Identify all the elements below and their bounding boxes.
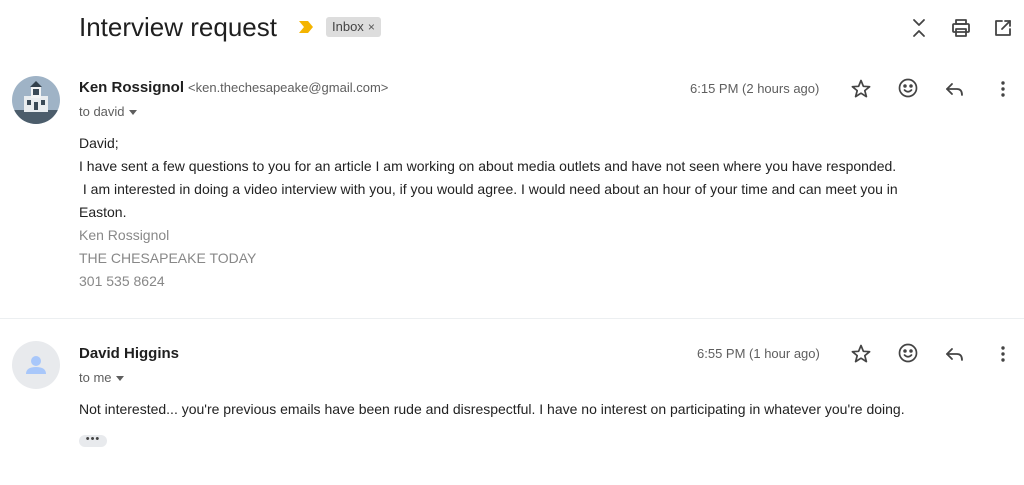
- expand-collapse-icon[interactable]: [908, 17, 930, 39]
- body-line: David;: [79, 135, 119, 151]
- label-chip-text: Inbox: [332, 19, 364, 34]
- label-chip-inbox: Inbox ×: [326, 17, 381, 37]
- print-icon[interactable]: [950, 17, 972, 39]
- sender-name[interactable]: Ken Rossignol: [79, 79, 184, 96]
- recipient-text: to david: [79, 104, 125, 119]
- open-new-window-icon[interactable]: [992, 17, 1014, 39]
- remove-label-icon[interactable]: ×: [368, 20, 375, 34]
- body-line: I have sent a few questions to you for a…: [79, 158, 897, 174]
- sender-avatar: [12, 76, 60, 124]
- reply-icon[interactable]: [944, 343, 966, 365]
- importance-marker-icon[interactable]: [298, 20, 314, 34]
- email-subject: Interview request: [79, 12, 277, 42]
- signature-line: Ken Rossignol: [79, 227, 170, 243]
- show-trimmed-content-button[interactable]: •••: [79, 434, 107, 447]
- more-vert-icon[interactable]: [992, 78, 1014, 100]
- message-divider: [0, 318, 1024, 319]
- recipient-details-toggle[interactable]: to me: [79, 370, 124, 385]
- more-vert-icon[interactable]: [992, 343, 1014, 365]
- reply-icon[interactable]: [944, 78, 966, 100]
- emoji-reaction-icon[interactable]: [897, 77, 919, 99]
- chevron-down-icon[interactable]: [115, 376, 124, 382]
- signature-line: THE CHESAPEAKE TODAY: [79, 250, 257, 266]
- body-line: I am interested in doing a video intervi…: [79, 181, 898, 197]
- sender-email: <ken.thechesapeake@gmail.com>: [188, 80, 389, 95]
- message-1-body: David; I have sent a few questions to yo…: [79, 132, 1009, 293]
- star-icon[interactable]: [850, 343, 872, 365]
- message-timestamp: 6:55 PM (1 hour ago): [697, 346, 820, 361]
- message-timestamp: 6:15 PM (2 hours ago): [690, 81, 820, 96]
- chevron-down-icon[interactable]: [128, 110, 137, 116]
- signature-line: 301 535 8624: [79, 273, 165, 289]
- emoji-reaction-icon[interactable]: [897, 342, 919, 364]
- recipient-details-toggle[interactable]: to david: [79, 104, 137, 119]
- message-1-sender-line: Ken Rossignol <ken.thechesapeake@gmail.co…: [79, 79, 388, 97]
- body-line: Easton.: [79, 204, 127, 220]
- recipient-text: to me: [79, 370, 112, 385]
- sender-avatar-default: [12, 341, 60, 389]
- message-2-body: Not interested... you're previous emails…: [79, 401, 905, 417]
- sender-name[interactable]: David Higgins: [79, 345, 179, 362]
- star-icon[interactable]: [850, 78, 872, 100]
